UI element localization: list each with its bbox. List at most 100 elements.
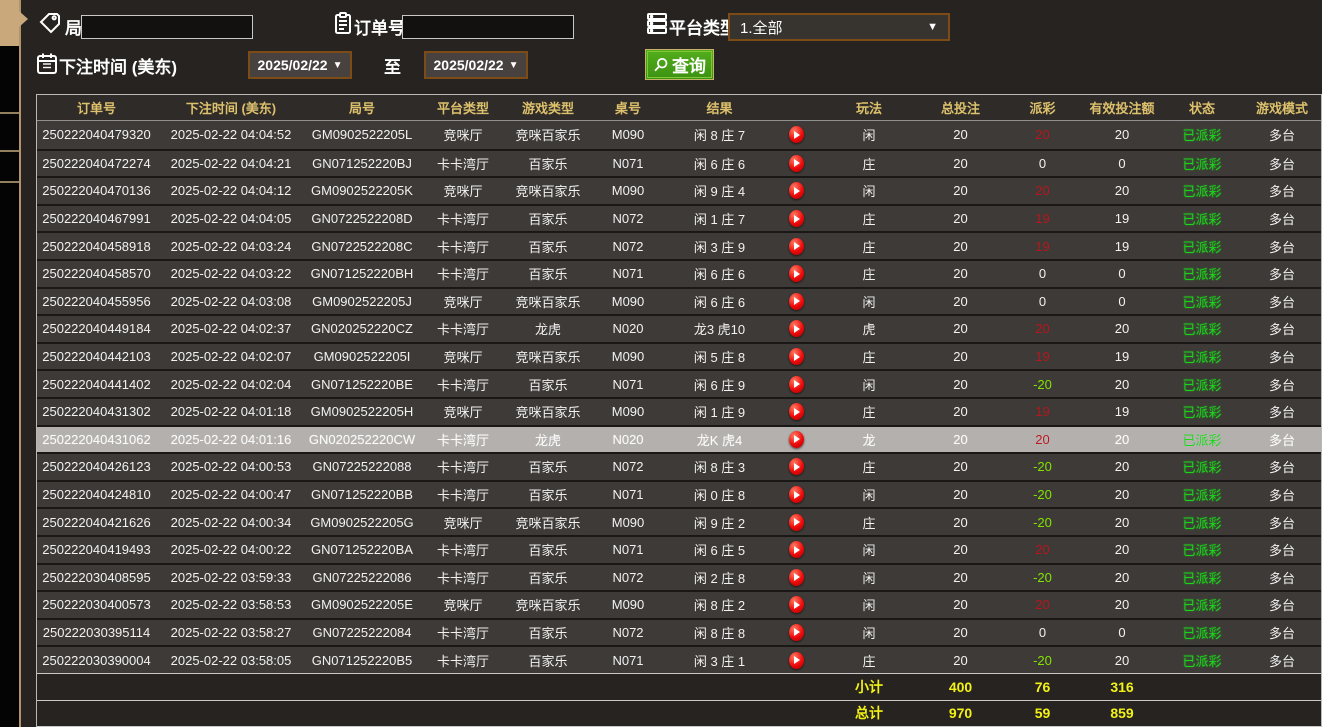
search-icon xyxy=(653,57,669,73)
table-no-cell: M090 xyxy=(588,592,668,618)
valid-bet-cell: 0 xyxy=(1081,261,1163,287)
table-row[interactable]: 250222040455956 2025-02-22 04:03:08 GM09… xyxy=(37,287,1321,315)
game-type-cell: 百家乐 xyxy=(508,537,588,563)
chevron-down-icon: ▼ xyxy=(333,60,343,71)
replay-icon[interactable] xyxy=(789,210,804,227)
valid-bet-cell: 20 xyxy=(1081,178,1163,204)
table-no-cell: N020 xyxy=(588,316,668,342)
tag-icon xyxy=(38,11,62,35)
table-row[interactable]: 250222040458918 2025-02-22 04:03:24 GN07… xyxy=(37,231,1321,259)
table-row[interactable]: 250222040449184 2025-02-22 04:02:37 GN02… xyxy=(37,314,1321,342)
table-row[interactable]: 250222040458570 2025-02-22 04:03:22 GN07… xyxy=(37,259,1321,287)
bet-time-label: 下注时间 (美东) xyxy=(59,53,177,78)
platform-type-value: 1.全部 xyxy=(740,17,783,38)
table-row[interactable]: 250222040424810 2025-02-22 04:00:47 GN07… xyxy=(37,480,1321,508)
play-type-cell: 闲 xyxy=(821,178,917,204)
table-row[interactable]: 250222040472274 2025-02-22 04:04:21 GN07… xyxy=(37,149,1321,177)
table-row[interactable]: 250222040470136 2025-02-22 04:04:12 GM09… xyxy=(37,176,1321,204)
status-badge: 已派彩 xyxy=(1163,427,1241,453)
column-header: 派彩 xyxy=(1004,95,1081,120)
play-type-cell: 闲 xyxy=(821,537,917,563)
replay-icon[interactable] xyxy=(789,293,804,310)
subtotal-bet: 400 xyxy=(917,674,1004,700)
bet-time-cell: 2025-02-22 03:58:27 xyxy=(156,620,306,646)
replay-icon[interactable] xyxy=(789,652,804,669)
order-no-input[interactable] xyxy=(402,15,574,39)
table-row[interactable]: 250222040441402 2025-02-22 04:02:04 GN07… xyxy=(37,369,1321,397)
game-type-cell: 竞咪百家乐 xyxy=(508,509,588,535)
replay-cell xyxy=(771,261,821,287)
game-mode-cell: 多台 xyxy=(1241,233,1322,259)
table-row[interactable]: 250222040426123 2025-02-22 04:00:53 GN07… xyxy=(37,452,1321,480)
play-type-cell: 闲 xyxy=(821,121,917,149)
replay-icon[interactable] xyxy=(789,348,804,365)
bet-time-cell: 2025-02-22 04:00:47 xyxy=(156,482,306,508)
table-row[interactable]: 250222040442103 2025-02-22 04:02:07 GM09… xyxy=(37,342,1321,370)
platform-cell: 卡卡湾厅 xyxy=(418,261,508,287)
replay-icon[interactable] xyxy=(789,320,804,337)
replay-icon[interactable] xyxy=(789,126,804,143)
replay-icon[interactable] xyxy=(789,155,804,172)
table-row[interactable]: 250222030408595 2025-02-22 03:59:33 GN07… xyxy=(37,563,1321,591)
valid-bet-cell: 19 xyxy=(1081,344,1163,370)
date-from-picker[interactable]: 2025/02/22 ▼ xyxy=(248,51,352,79)
replay-icon[interactable] xyxy=(789,486,804,503)
total-bet-cell: 20 xyxy=(917,289,1004,315)
round-no-input[interactable] xyxy=(81,15,253,39)
replay-icon[interactable] xyxy=(789,238,804,255)
game-type-cell: 百家乐 xyxy=(508,620,588,646)
table-row[interactable]: 250222030390004 2025-02-22 03:58:05 GN07… xyxy=(37,645,1321,673)
replay-cell xyxy=(771,151,821,177)
table-row[interactable]: 250222040421626 2025-02-22 04:00:34 GM09… xyxy=(37,507,1321,535)
payout-cell: 0 xyxy=(1004,620,1081,646)
search-button[interactable]: 查询 xyxy=(645,49,714,80)
replay-icon[interactable] xyxy=(789,541,804,558)
table-row[interactable]: 250222030395114 2025-02-22 03:58:27 GN07… xyxy=(37,618,1321,646)
status-badge: 已派彩 xyxy=(1163,592,1241,618)
game-mode-cell: 多台 xyxy=(1241,261,1322,287)
replay-icon[interactable] xyxy=(789,182,804,199)
table-no-cell: M090 xyxy=(588,121,668,149)
play-type-cell: 庄 xyxy=(821,509,917,535)
round-no-cell: GN071252220BB xyxy=(306,482,418,508)
total-label: 总计 xyxy=(821,701,917,726)
table-row[interactable]: 250222040431302 2025-02-22 04:01:18 GM09… xyxy=(37,397,1321,425)
platform-cell: 卡卡湾厅 xyxy=(418,537,508,563)
replay-cell xyxy=(771,537,821,563)
replay-icon[interactable] xyxy=(789,569,804,586)
status-badge: 已派彩 xyxy=(1163,206,1241,232)
search-button-label: 查询 xyxy=(672,52,706,77)
replay-icon[interactable] xyxy=(789,376,804,393)
valid-bet-cell: 20 xyxy=(1081,482,1163,508)
bet-time-cell: 2025-02-22 03:58:05 xyxy=(156,647,306,673)
status-badge: 已派彩 xyxy=(1163,178,1241,204)
replay-icon[interactable] xyxy=(789,403,804,420)
platform-cell: 竞咪厅 xyxy=(418,509,508,535)
replay-icon[interactable] xyxy=(789,596,804,613)
bet-time-cell: 2025-02-22 04:03:22 xyxy=(156,261,306,287)
order-no-cell: 250222040431302 xyxy=(37,399,156,425)
column-header: 总投注 xyxy=(917,95,1004,120)
replay-icon[interactable] xyxy=(789,265,804,282)
table-row[interactable]: 250222040479320 2025-02-22 04:04:52 GM09… xyxy=(37,121,1321,149)
table-row[interactable]: 250222040431062 2025-02-22 04:01:16 GN02… xyxy=(37,425,1321,453)
round-no-cell: GN071252220BA xyxy=(306,537,418,563)
replay-icon[interactable] xyxy=(789,624,804,641)
platform-cell: 卡卡湾厅 xyxy=(418,427,508,453)
order-no-cell: 250222040421626 xyxy=(37,509,156,535)
platform-type-select[interactable]: 1.全部 ▼ xyxy=(728,13,950,41)
date-to-picker[interactable]: 2025/02/22 ▼ xyxy=(424,51,528,79)
game-type-cell: 竞咪百家乐 xyxy=(508,121,588,149)
replay-icon[interactable] xyxy=(789,458,804,475)
game-mode-cell: 多台 xyxy=(1241,121,1322,149)
date-to-value: 2025/02/22 xyxy=(434,57,504,73)
replay-icon[interactable] xyxy=(789,514,804,531)
collapsed-side-strip xyxy=(0,0,19,727)
result-cell: 龙K 虎4 xyxy=(668,427,771,453)
replay-icon[interactable] xyxy=(789,431,804,448)
table-row[interactable]: 250222040467991 2025-02-22 04:04:05 GN07… xyxy=(37,204,1321,232)
game-type-cell: 竞咪百家乐 xyxy=(508,399,588,425)
table-row[interactable]: 250222040419493 2025-02-22 04:00:22 GN07… xyxy=(37,535,1321,563)
table-row[interactable]: 250222030400573 2025-02-22 03:58:53 GM09… xyxy=(37,590,1321,618)
status-badge: 已派彩 xyxy=(1163,620,1241,646)
